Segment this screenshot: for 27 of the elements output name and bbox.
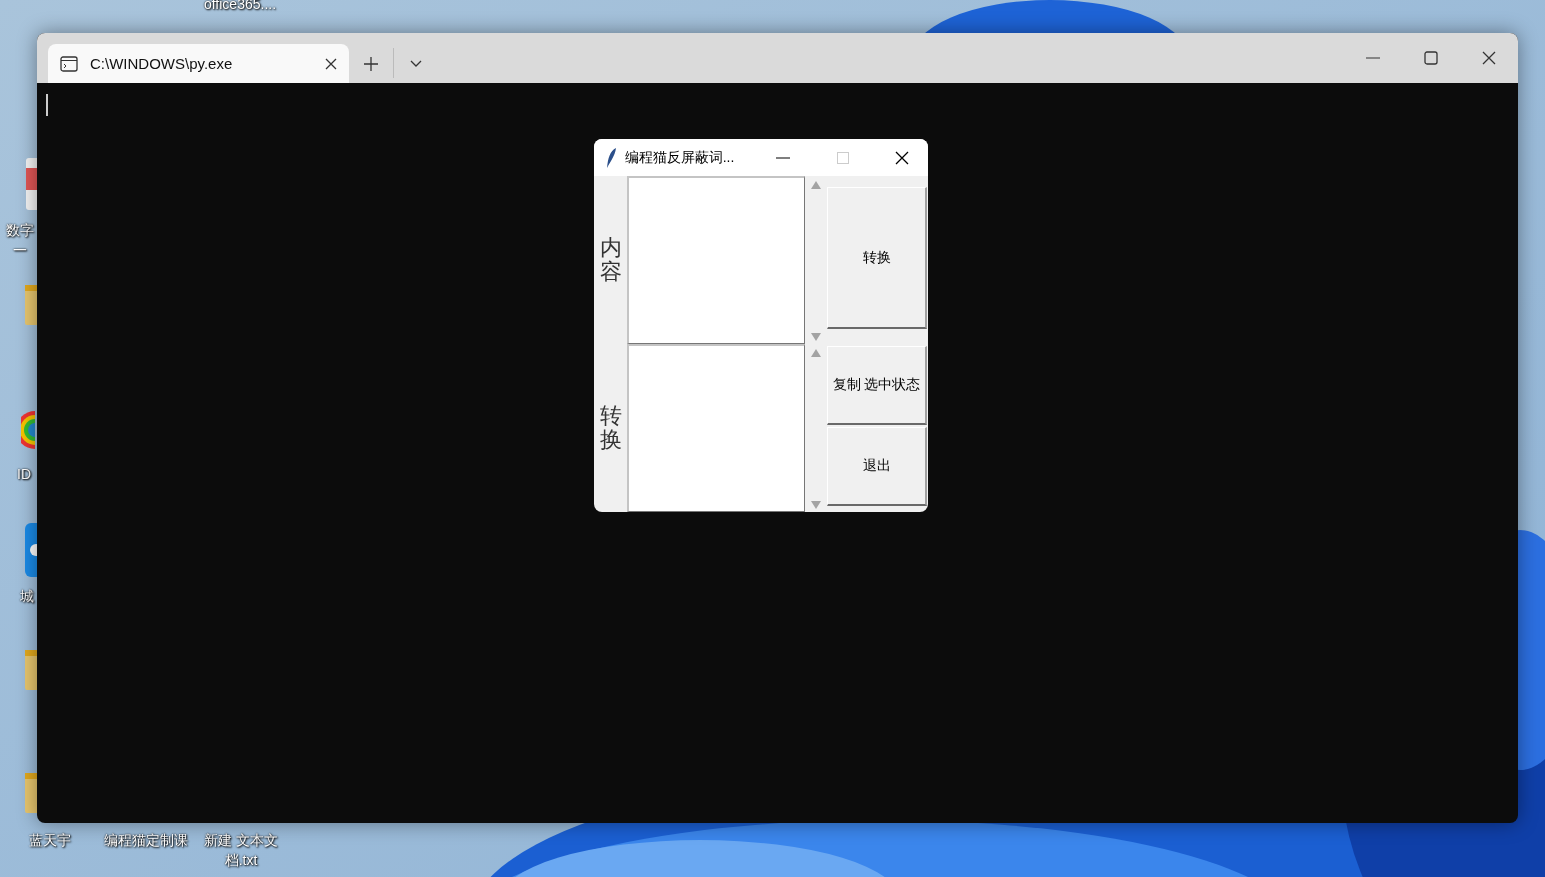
dialog-title: 编程猫反屏蔽词... [624,148,736,167]
icon-label[interactable]: 城 [18,586,36,606]
minimize-icon[interactable] [776,156,790,159]
icon-label[interactable]: ID [12,464,36,484]
app-icon[interactable] [24,158,38,210]
pane-label: 内容 [599,235,622,285]
dialog-button[interactable]: 转换 [827,187,927,329]
icon-label[interactable]: 数字 [2,220,38,240]
dialog-button[interactable]: 退出 [827,427,927,506]
icon-label[interactable]: 蓝天宇 [18,830,82,850]
tab-title: C:\WINDOWS\py.exe [90,55,234,72]
chevron-down-icon[interactable] [410,60,422,67]
plus-icon[interactable] [364,56,378,71]
close-icon[interactable] [1482,51,1496,65]
close-icon[interactable] [325,57,337,70]
maximize-icon[interactable] [1424,51,1438,65]
icon-label[interactable]: 一 [10,240,30,260]
feather-icon [606,147,617,168]
icon-label[interactable]: 编程猫定制课 [96,830,196,850]
terminal-icon [60,55,78,72]
rainbow-icon[interactable] [21,410,35,450]
terminal-tab[interactable]: C:\WINDOWS\py.exe [48,44,349,83]
dialog-button[interactable]: 复制 选中状态 [827,346,927,425]
close-icon[interactable] [895,150,910,165]
pane-label: 转换 [599,403,622,453]
maximize-icon [836,151,849,164]
icon-label[interactable]: 新建 文本文档.txt [198,830,284,870]
